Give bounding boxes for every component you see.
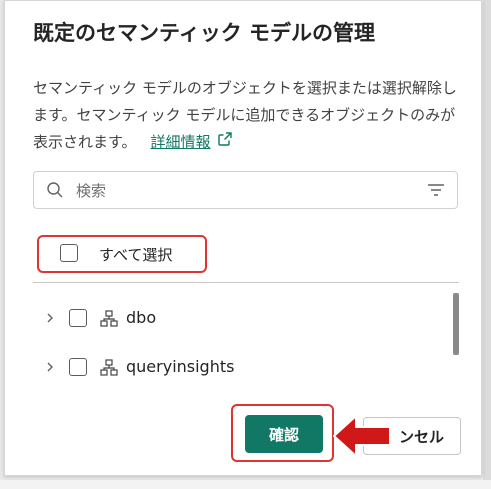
search-box[interactable]: [33, 171, 458, 209]
dialog-title: 既定のセマンティック モデルの管理: [33, 21, 376, 45]
background-bottom: [0, 480, 491, 489]
external-link-icon[interactable]: [217, 129, 233, 156]
annotation-arrow-icon: [332, 414, 392, 462]
schema-icon: [100, 359, 118, 380]
background-panel: [483, 0, 491, 489]
select-all-label: すべて選択: [99, 246, 173, 264]
tree-item-dbo[interactable]: dbo: [45, 306, 425, 330]
manage-semantic-model-dialog: 既定のセマンティック モデルの管理 セマンティック モデルのオブジェクトを選択ま…: [4, 0, 482, 476]
confirm-button[interactable]: 確認: [245, 415, 323, 453]
scrollbar[interactable]: [453, 293, 459, 355]
tree-item-checkbox[interactable]: [69, 358, 87, 376]
schema-icon: [100, 310, 118, 331]
learn-more-link[interactable]: 詳細情報: [151, 133, 211, 151]
description-text: セマンティック モデルのオブジェクトを選択または選択解除します。セマンティック …: [33, 79, 457, 151]
chevron-right-icon[interactable]: [45, 359, 55, 378]
tree-item-label: queryinsights: [126, 357, 235, 376]
tree-item-queryinsights[interactable]: queryinsights: [45, 355, 425, 379]
dialog-description: セマンティック モデルのオブジェクトを選択または選択解除します。セマンティック …: [33, 75, 458, 156]
chevron-right-icon[interactable]: [45, 310, 55, 329]
search-icon: [46, 181, 64, 203]
tree-item-label: dbo: [126, 308, 157, 327]
tree-item-checkbox[interactable]: [69, 309, 87, 327]
select-all-checkbox[interactable]: [60, 244, 78, 262]
filter-icon[interactable]: [427, 182, 445, 202]
search-input[interactable]: [74, 178, 418, 204]
divider: [33, 282, 459, 283]
